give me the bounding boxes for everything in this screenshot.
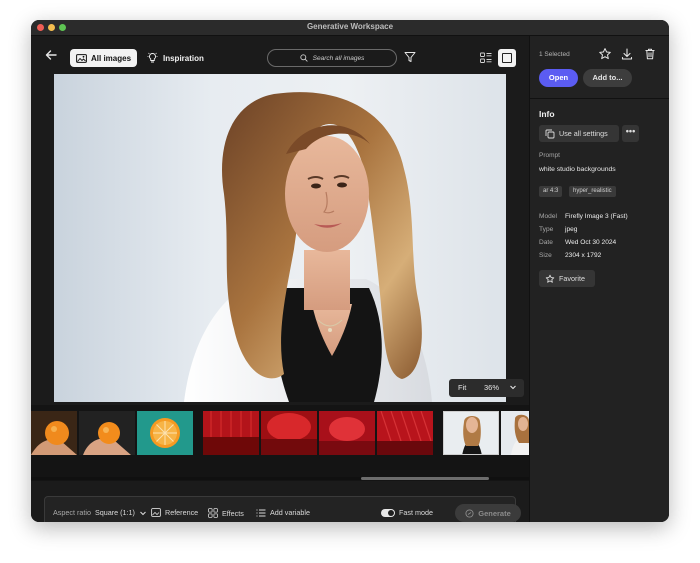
all-images-button[interactable]: All images [70, 49, 137, 67]
thumbnail[interactable] [31, 411, 77, 455]
details-panel: 1 Selected Open Add to... Info Use all s… [529, 36, 669, 522]
use-all-settings-label: Use all settings [559, 129, 608, 138]
meta-row-type: Type jpeg [539, 226, 577, 233]
chevron-down-icon[interactable] [509, 383, 517, 393]
meta-value: Firefly Image 3 (Fast) [565, 213, 628, 220]
star-icon [599, 48, 611, 60]
app-window: Generative Workspace All images Inspirat… [31, 20, 669, 522]
meta-row-size: Size 2304 x 1792 [539, 252, 601, 259]
add-to-button[interactable]: Add to... [583, 69, 632, 87]
info-heading: Info [539, 109, 555, 119]
main-area: All images Inspiration Search all images [31, 36, 529, 522]
star-icon [545, 274, 555, 283]
selection-count: 1 Selected [539, 51, 570, 58]
thumbnail[interactable] [501, 411, 529, 455]
search-input[interactable]: Search all images [267, 49, 397, 67]
filter-icon [404, 52, 416, 62]
meta-value: Wed Oct 30 2024 [565, 239, 617, 246]
zoom-control[interactable]: Fit 36% [449, 379, 524, 397]
reference-label: Reference [165, 508, 199, 517]
thumbnail[interactable] [261, 411, 317, 455]
thumbnail[interactable] [319, 411, 375, 455]
zoom-level: 36% [484, 383, 500, 392]
filmstrip-scrollbar-thumb[interactable] [361, 477, 489, 480]
meta-value: 2304 x 1792 [565, 252, 602, 259]
reference-image-icon [151, 508, 161, 517]
open-button[interactable]: Open [539, 69, 578, 87]
search-placeholder: Search all images [312, 54, 365, 62]
filter-button[interactable] [403, 50, 417, 66]
image-icon [76, 53, 87, 63]
tag-badge: ar 4:3 [539, 186, 563, 197]
portrait-image [184, 92, 432, 402]
meta-value: jpeg [565, 226, 578, 233]
inspiration-button[interactable]: Inspiration [147, 49, 204, 67]
tag-badge: hyper_realistic [569, 186, 616, 197]
delete-button[interactable] [643, 47, 657, 61]
aspect-ratio-value: Square (1:1) [94, 508, 135, 517]
effects-icon [208, 508, 218, 518]
reference-button[interactable]: Reference [151, 508, 198, 517]
generate-button[interactable]: Generate [455, 504, 521, 522]
effects-button[interactable]: Effects [208, 508, 244, 518]
zoom-mode[interactable]: Fit [458, 383, 466, 392]
toggle-switch[interactable] [381, 508, 395, 517]
grid-view-button[interactable] [479, 51, 493, 65]
download-button[interactable] [620, 47, 634, 61]
prompt-text: white studio backgrounds [539, 166, 616, 173]
chevron-down-icon [140, 511, 146, 515]
filmstrip [31, 405, 529, 481]
list-icon [256, 509, 266, 516]
fast-mode-label: Fast mode [399, 508, 433, 517]
main-image-preview[interactable] [54, 74, 506, 402]
use-all-settings-button[interactable]: Use all settings [539, 125, 619, 142]
copy-icon [545, 129, 555, 138]
window-title: Generative Workspace [306, 22, 394, 31]
favorite-toggle-button[interactable] [598, 47, 612, 61]
single-view-button[interactable] [498, 49, 516, 67]
thumbnail[interactable] [443, 411, 499, 455]
prompt-label: Prompt [539, 152, 560, 159]
favorite-button[interactable]: Favorite [539, 270, 595, 287]
meta-key: Size [539, 252, 552, 259]
lightbulb-icon [147, 52, 158, 63]
panel-divider [530, 98, 669, 99]
add-variable-button[interactable]: Add variable [256, 508, 310, 517]
trash-icon [645, 48, 655, 60]
generate-icon [465, 508, 474, 518]
meta-row-date: Date Wed Oct 30 2024 [539, 239, 616, 246]
more-options-button[interactable]: ••• [622, 125, 639, 142]
download-icon [621, 48, 633, 60]
meta-row-model: Model Firefly Image 3 (Fast) [539, 213, 628, 220]
meta-key: Model [539, 213, 557, 220]
all-images-label: All images [91, 53, 132, 63]
grid-view-icon [480, 52, 492, 63]
thumbnail[interactable] [137, 411, 193, 455]
thumbnail[interactable] [79, 411, 135, 455]
fast-mode-toggle[interactable]: Fast mode [381, 508, 433, 517]
aspect-ratio-dropdown[interactable]: Aspect ratio Square (1:1) [53, 508, 147, 517]
thumbnail[interactable] [203, 411, 259, 455]
effects-label: Effects [222, 508, 244, 518]
generate-label: Generate [478, 508, 511, 518]
prompt-bar: Aspect ratio Square (1:1) Reference Effe… [44, 496, 521, 522]
favorite-label: Favorite [559, 274, 585, 283]
search-icon [300, 54, 308, 62]
add-variable-label: Add variable [270, 508, 310, 517]
title-bar: Generative Workspace [31, 20, 669, 36]
inspiration-label: Inspiration [163, 53, 204, 63]
meta-key: Type [539, 226, 554, 233]
back-button[interactable] [43, 48, 59, 62]
meta-key: Date [539, 239, 553, 246]
aspect-ratio-label: Aspect ratio [53, 508, 91, 517]
arrow-left-icon [45, 50, 57, 60]
thumbnail[interactable] [377, 411, 433, 455]
top-toolbar: All images Inspiration Search all images [31, 36, 529, 74]
